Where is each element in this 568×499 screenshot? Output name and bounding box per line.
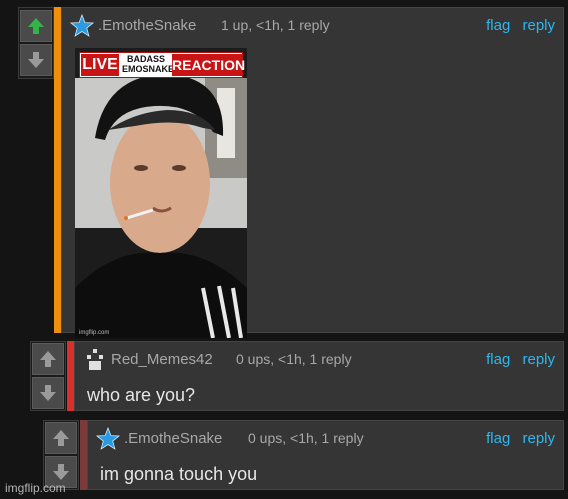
username-link[interactable]: .EmotheSnake (98, 17, 196, 34)
reply-link[interactable]: reply (522, 430, 555, 447)
banner-reaction-text: REACTION (172, 54, 245, 76)
arrow-down-icon (28, 52, 44, 68)
comment-actions: flag reply (478, 17, 555, 34)
arrow-down-icon (40, 385, 56, 401)
vote-column (43, 420, 79, 490)
comment-text: im gonna touch you (100, 464, 258, 484)
reply-link[interactable]: reply (522, 17, 555, 34)
star-icon (70, 14, 94, 37)
comment-3: .EmotheSnake 0 ups, <1h, 1 reply flag re… (43, 420, 564, 490)
flag-link[interactable]: flag (486, 351, 510, 368)
vote-column (30, 341, 66, 411)
star-icon (96, 427, 120, 450)
upvote-button[interactable] (32, 343, 64, 375)
comment-meta: 0 ups, <1h, 1 reply (236, 351, 352, 367)
comment-meta: 1 up, <1h, 1 reply (221, 17, 330, 33)
comment-text: who are you? (87, 385, 196, 405)
arrow-up-icon (28, 18, 44, 34)
banner-name-text: BADASS EMOSNAKE (122, 54, 175, 74)
comment-actions: flag reply (478, 430, 555, 447)
thread-bar (67, 341, 74, 411)
vote-column (18, 7, 54, 79)
photo-of-person-illustration (75, 48, 247, 338)
reply-link[interactable]: reply (522, 351, 555, 368)
thread-bar (54, 7, 61, 333)
site-watermark: imgflip.com (5, 481, 66, 495)
arrow-up-icon (40, 351, 56, 367)
comment-header: Red_Memes42 0 ups, <1h, 1 reply flag rep… (83, 348, 555, 372)
comment-body: Red_Memes42 0 ups, <1h, 1 reply flag rep… (74, 341, 564, 411)
username-link[interactable]: .EmotheSnake (124, 430, 222, 447)
comment-body: .EmotheSnake 0 ups, <1h, 1 reply flag re… (87, 420, 564, 490)
comment-actions: flag reply (478, 351, 555, 368)
upvote-button[interactable] (45, 422, 77, 454)
comment-header: .EmotheSnake 1 up, <1h, 1 reply flag rep… (70, 14, 555, 38)
image-watermark: imgflip.com (79, 330, 110, 336)
flag-link[interactable]: flag (486, 17, 510, 34)
banner-live-text: LIVE (81, 54, 119, 76)
downvote-button[interactable] (20, 44, 52, 76)
anonymous-avatar-icon (87, 349, 103, 370)
comment-2: Red_Memes42 0 ups, <1h, 1 reply flag rep… (30, 341, 564, 411)
username-link[interactable]: Red_Memes42 (111, 351, 213, 368)
comment-body: .EmotheSnake 1 up, <1h, 1 reply flag rep… (61, 7, 564, 338)
meme-image[interactable]: LIVE BADASS EMOSNAKE REACTION imgflip.co… (75, 48, 247, 338)
meme-banner: LIVE BADASS EMOSNAKE REACTION (79, 52, 245, 78)
arrow-up-icon (53, 430, 69, 446)
downvote-button[interactable] (32, 377, 64, 409)
thread-bar (80, 420, 87, 490)
flag-link[interactable]: flag (486, 430, 510, 447)
comment-header: .EmotheSnake 0 ups, <1h, 1 reply flag re… (96, 427, 555, 451)
comment-meta: 0 ups, <1h, 1 reply (248, 430, 364, 446)
upvote-button[interactable] (20, 10, 52, 42)
arrow-down-icon (53, 464, 69, 480)
comment-1: .EmotheSnake 1 up, <1h, 1 reply flag rep… (18, 7, 564, 338)
